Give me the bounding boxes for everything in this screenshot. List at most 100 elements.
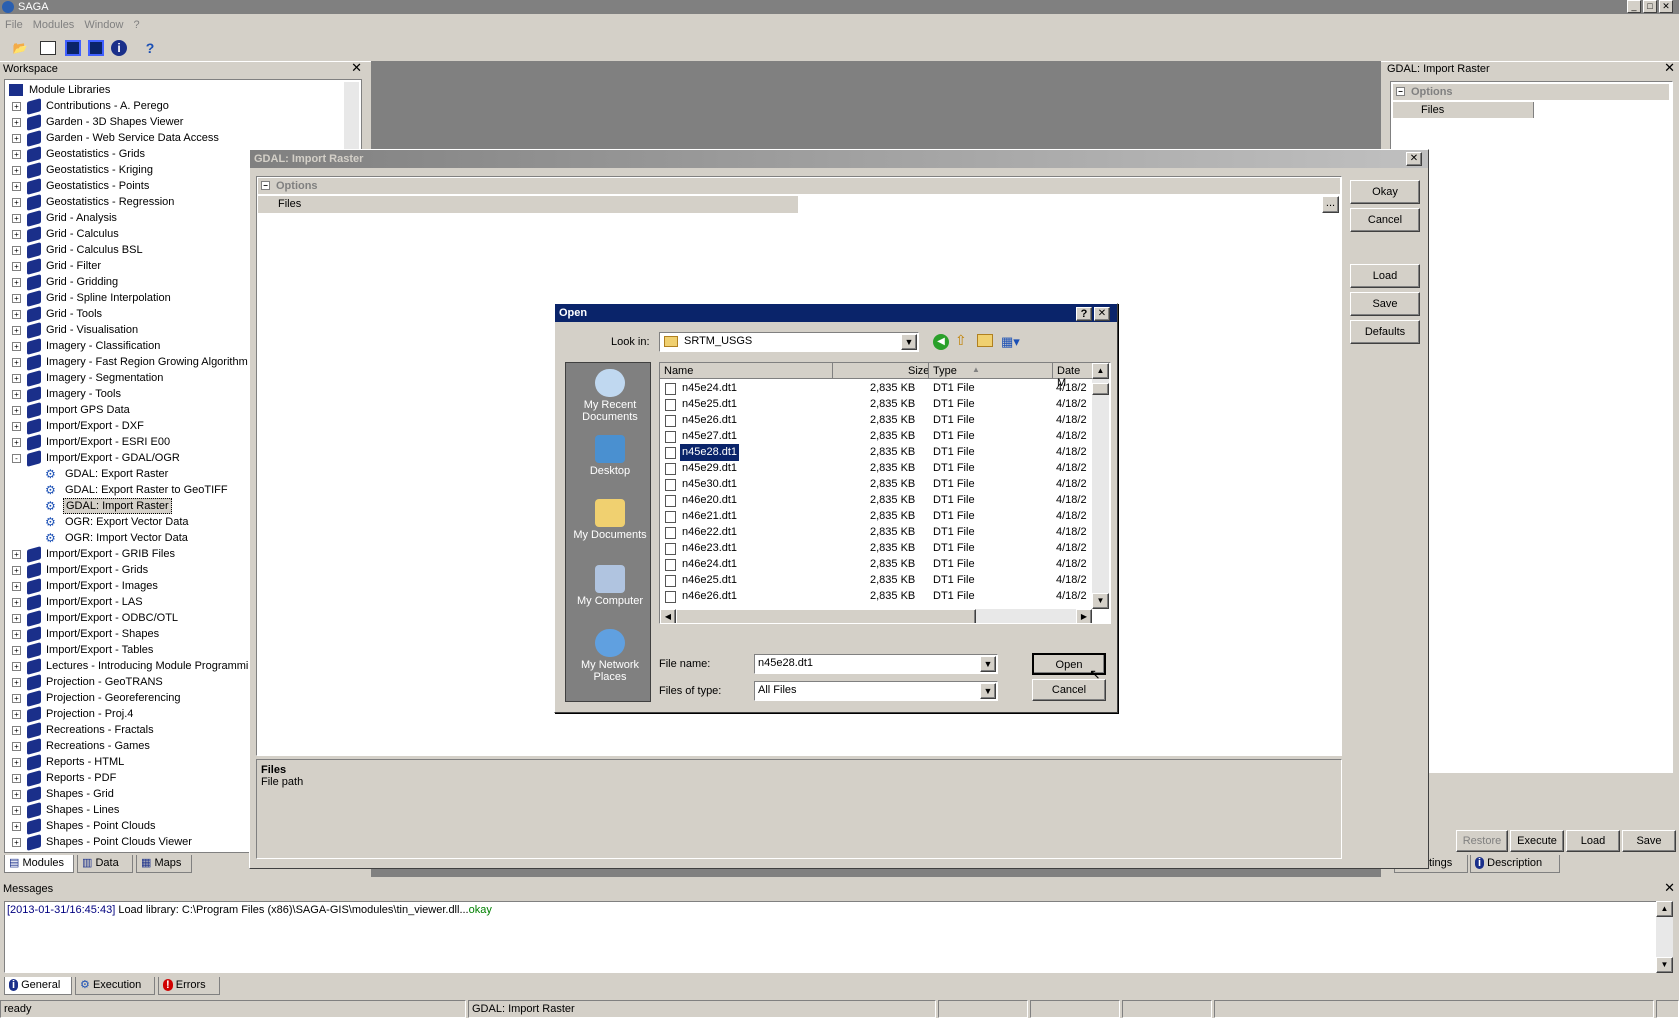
import-dialog-close-icon[interactable]: ✕ [1406, 152, 1422, 166]
menu-modules[interactable]: Modules [28, 16, 80, 34]
back-icon[interactable]: ◀ [933, 334, 949, 350]
execute-button[interactable]: Execute [1510, 830, 1564, 852]
import-files-row[interactable]: Files ... [258, 196, 1340, 213]
file-row[interactable]: n46e20.dt1 2,835 KB DT1 File 4/18/2 [660, 492, 1087, 509]
expand-icon[interactable]: + [12, 406, 21, 415]
file-row[interactable]: n45e24.dt1 2,835 KB DT1 File 4/18/2 [660, 380, 1087, 397]
place-computer[interactable]: My Computer [566, 565, 654, 607]
expand-icon[interactable]: + [12, 710, 21, 719]
menu-file[interactable]: File [0, 16, 28, 34]
expand-icon[interactable]: + [12, 230, 21, 239]
window-blue-icon[interactable] [65, 40, 81, 56]
file-row[interactable]: n45e30.dt1 2,835 KB DT1 File 4/18/2 [660, 476, 1087, 493]
file-row[interactable]: n46e23.dt1 2,835 KB DT1 File 4/18/2 [660, 540, 1087, 557]
file-row[interactable]: n45e29.dt1 2,835 KB DT1 File 4/18/2 [660, 460, 1087, 477]
look-in-select[interactable]: SRTM_USGS ▼ [659, 332, 919, 352]
expand-icon[interactable]: + [12, 214, 21, 223]
window-blue2-icon[interactable] [88, 40, 104, 56]
file-name-input[interactable]: n45e28.dt1 ▼ [754, 654, 998, 674]
up-folder-icon[interactable]: ⇧ [955, 332, 967, 349]
defaults-button[interactable]: Defaults [1350, 320, 1420, 344]
right-save-button[interactable]: Save [1622, 830, 1676, 852]
files-of-type-select[interactable]: All Files ▼ [754, 681, 998, 701]
minimize-button[interactable]: _ [1627, 0, 1641, 13]
expand-icon[interactable]: + [12, 790, 21, 799]
expand-icon[interactable]: + [12, 374, 21, 383]
file-row[interactable]: n46e22.dt1 2,835 KB DT1 File 4/18/2 [660, 524, 1087, 541]
open-close-button[interactable]: ✕ [1094, 307, 1110, 321]
tab-errors[interactable]: ! Errors [158, 977, 220, 995]
file-row[interactable]: n45e26.dt1 2,835 KB DT1 File 4/18/2 [660, 412, 1087, 429]
menu-help[interactable]: ? [128, 16, 144, 34]
file-name-dropdown-icon[interactable]: ▼ [980, 656, 996, 672]
expand-icon[interactable]: + [12, 102, 21, 111]
file-row[interactable]: n46e25.dt1 2,835 KB DT1 File 4/18/2 [660, 572, 1087, 589]
console-icon[interactable] [40, 41, 56, 55]
view-menu-icon[interactable]: ▦▾ [1001, 334, 1020, 350]
file-list-vscroll[interactable]: ▲ ▼ [1092, 363, 1109, 609]
tree-library-item[interactable]: + Contributions - A. Perego [5, 98, 345, 115]
browse-button[interactable]: ... [1322, 196, 1339, 213]
expand-icon[interactable]: + [12, 614, 21, 623]
expand-icon[interactable]: + [12, 662, 21, 671]
files-of-type-dropdown-icon[interactable]: ▼ [980, 683, 996, 699]
tab-modules[interactable]: ▤ Modules [4, 855, 74, 873]
expand-icon[interactable]: + [12, 630, 21, 639]
expand-icon[interactable]: + [12, 566, 21, 575]
expand-icon[interactable]: + [12, 742, 21, 751]
import-options-header[interactable]: − Options [258, 178, 1340, 194]
tab-data[interactable]: ▥ Data [77, 855, 133, 873]
open-help-button[interactable]: ? [1076, 307, 1092, 321]
col-type[interactable]: Type [933, 365, 957, 377]
expand-icon[interactable]: + [12, 246, 21, 255]
right-load-button[interactable]: Load [1566, 830, 1620, 852]
right-panel-close-icon[interactable]: ✕ [1664, 61, 1675, 75]
tree-library-item[interactable]: + Garden - Web Service Data Access [5, 130, 345, 147]
expand-icon[interactable]: + [12, 422, 21, 431]
expand-icon[interactable]: + [12, 726, 21, 735]
col-name[interactable]: Name [664, 365, 693, 377]
file-row[interactable]: n46e26.dt1 2,835 KB DT1 File 4/18/2 [660, 588, 1087, 605]
file-row[interactable]: n45e25.dt1 2,835 KB DT1 File 4/18/2 [660, 396, 1087, 413]
close-button[interactable]: ✕ [1659, 0, 1673, 13]
expand-icon[interactable]: + [12, 598, 21, 607]
expand-icon[interactable]: + [12, 278, 21, 287]
expand-icon[interactable]: + [12, 326, 21, 335]
expand-icon[interactable]: + [12, 166, 21, 175]
maximize-button[interactable]: □ [1643, 0, 1657, 13]
tab-maps[interactable]: ▦ Maps [136, 855, 192, 873]
expand-icon[interactable]: + [12, 390, 21, 399]
expand-icon[interactable]: + [12, 550, 21, 559]
expand-icon[interactable]: + [12, 774, 21, 783]
tab-general[interactable]: i General [4, 977, 72, 995]
expand-icon[interactable]: + [12, 118, 21, 127]
import-files-value[interactable] [798, 196, 1340, 213]
file-row[interactable]: n45e27.dt1 2,835 KB DT1 File 4/18/2 [660, 428, 1087, 445]
expand-icon[interactable]: + [12, 262, 21, 271]
help-icon[interactable]: ? [140, 38, 160, 58]
place-recent[interactable]: My Recent Documents [566, 369, 654, 423]
okay-button[interactable]: Okay [1350, 180, 1420, 204]
expand-icon[interactable]: + [12, 822, 21, 831]
file-row[interactable]: n46e24.dt1 2,835 KB DT1 File 4/18/2 [660, 556, 1087, 573]
new-folder-icon[interactable] [977, 334, 993, 347]
tab-description[interactable]: i Description [1470, 855, 1560, 873]
expand-icon[interactable]: + [12, 838, 21, 847]
expand-icon[interactable]: - [12, 454, 21, 463]
expand-icon[interactable]: + [12, 358, 21, 367]
messages-scrollbar[interactable]: ▲ ▼ [1656, 901, 1673, 973]
messages-close-icon[interactable]: ✕ [1664, 881, 1675, 895]
tab-execution[interactable]: ⚙ Execution [75, 977, 155, 995]
look-in-dropdown-icon[interactable]: ▼ [901, 334, 917, 350]
right-files-row[interactable]: Files [1393, 102, 1669, 118]
place-documents[interactable]: My Documents [566, 499, 654, 541]
expand-icon[interactable]: + [12, 342, 21, 351]
right-options-header[interactable]: − Options [1393, 84, 1669, 100]
expand-icon[interactable]: + [12, 582, 21, 591]
place-network[interactable]: My Network Places [566, 629, 654, 683]
save-button[interactable]: Save [1350, 292, 1420, 316]
expand-icon[interactable]: + [12, 182, 21, 191]
place-desktop[interactable]: Desktop [566, 435, 654, 477]
expand-icon[interactable]: + [12, 294, 21, 303]
file-row[interactable]: n46e21.dt1 2,835 KB DT1 File 4/18/2 [660, 508, 1087, 525]
